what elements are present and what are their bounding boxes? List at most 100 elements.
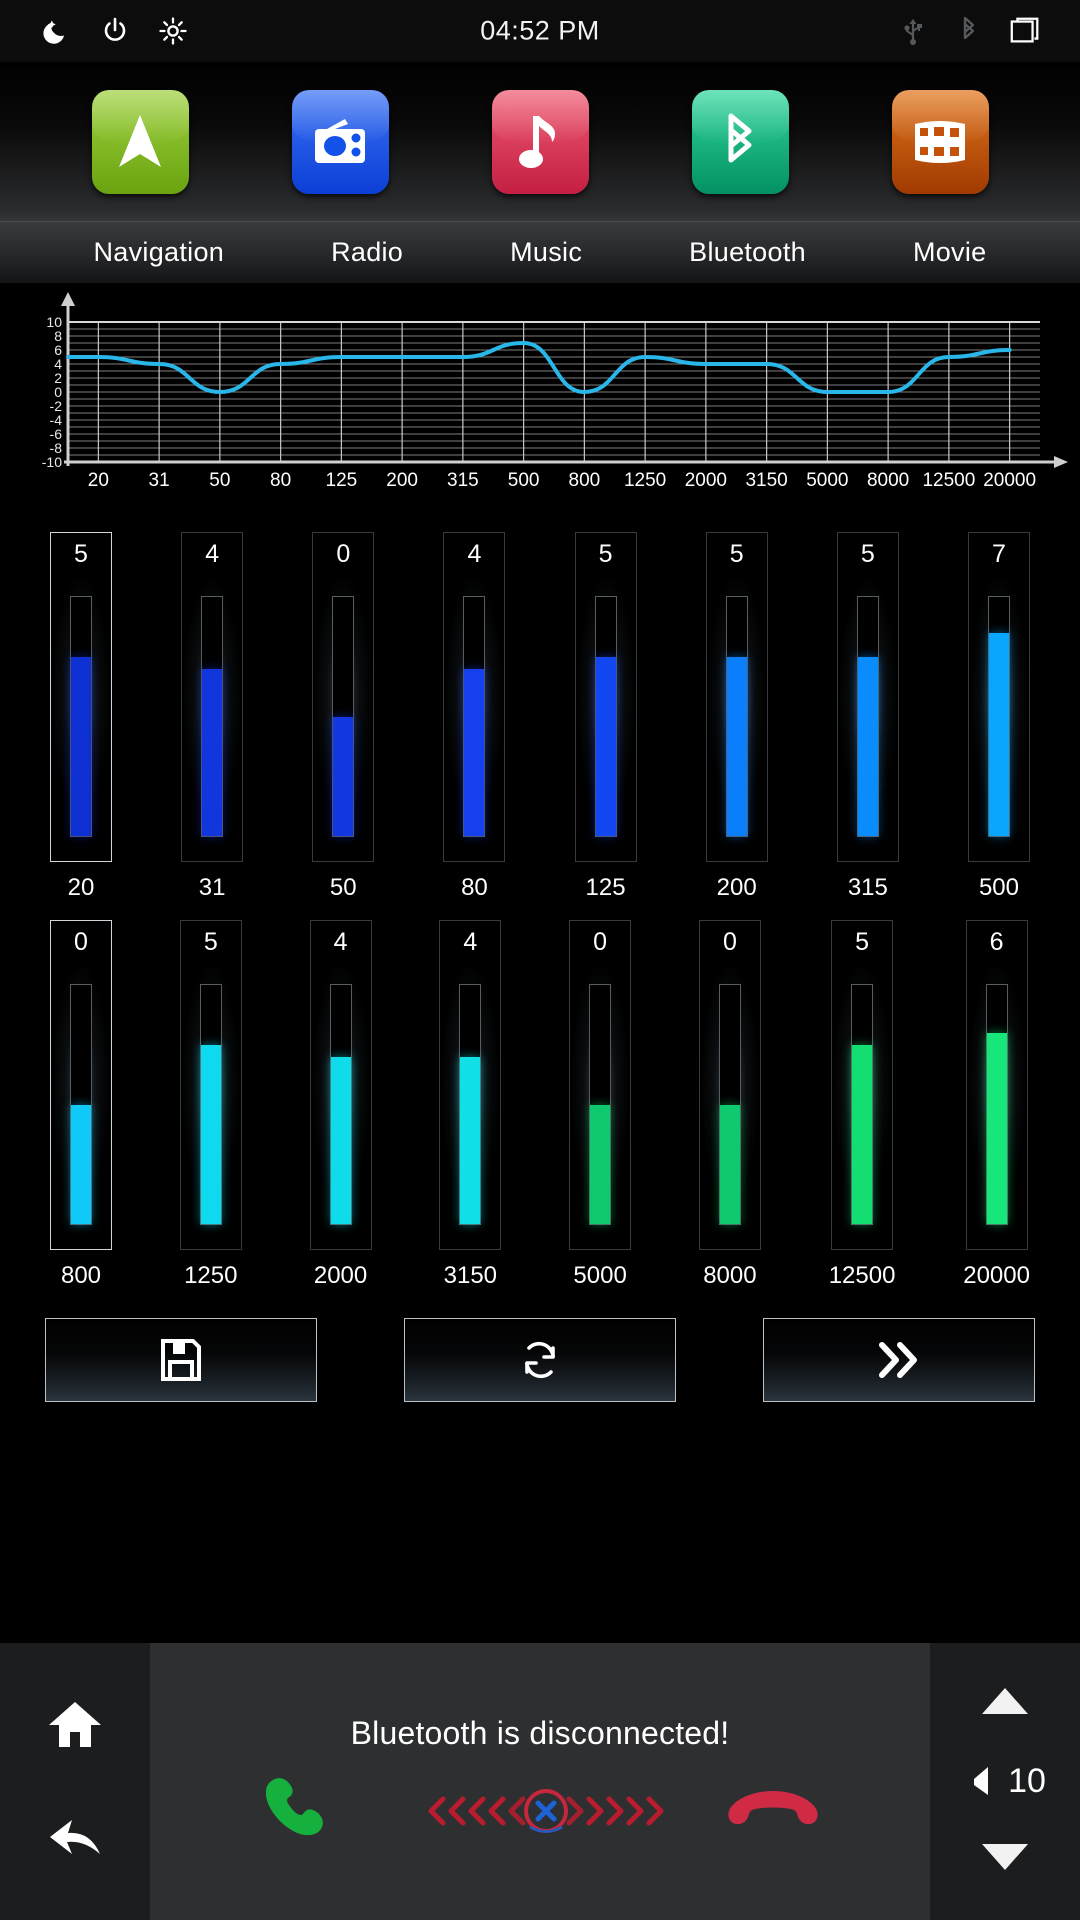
app-tile-music[interactable] <box>491 89 589 194</box>
eq-slider-31[interactable]: 4 31 <box>181 532 244 902</box>
app-label-music[interactable]: Music <box>510 237 582 268</box>
eq-slider-track-20000[interactable] <box>985 984 1008 1225</box>
app-label-movie[interactable]: Movie <box>913 237 987 268</box>
eq-slider-track-20[interactable] <box>70 596 92 837</box>
back-button[interactable] <box>46 1814 104 1865</box>
eq-slider-freq-1250: 1250 <box>184 1262 238 1289</box>
volume-value: 10 <box>1008 1761 1046 1800</box>
eq-slider-20[interactable]: 5 20 <box>50 532 112 902</box>
eq-slider-fill-20000 <box>986 1032 1007 1224</box>
eq-slider-track-200[interactable] <box>725 596 748 837</box>
eq-slider-track-5000[interactable] <box>589 984 612 1225</box>
eq-slider-track-2000[interactable] <box>329 984 352 1225</box>
eq-slider-track-12500[interactable] <box>851 984 874 1225</box>
eq-slider-value-500: 7 <box>992 540 1006 568</box>
navigation-arrow-icon <box>119 114 161 167</box>
brightness-icon[interactable] <box>156 14 190 48</box>
eq-slider-value-3150: 4 <box>463 928 478 956</box>
hangup-call-button[interactable] <box>725 1783 821 1844</box>
eq-slider-value-12500: 5 <box>855 928 870 956</box>
eq-slider-box-5000[interactable]: 0 <box>569 920 632 1250</box>
eq-slider-20000[interactable]: 6 20000 <box>963 920 1030 1290</box>
screen-icon[interactable] <box>1008 14 1042 48</box>
eq-slider-track-31[interactable] <box>201 596 224 837</box>
eq-slider-freq-2000: 2000 <box>313 1262 368 1289</box>
eq-slider-box-8000[interactable]: 0 <box>698 920 761 1250</box>
eq-slider-box-12500[interactable]: 5 <box>831 920 894 1250</box>
eq-slider-800[interactable]: 0 800 <box>50 920 112 1290</box>
eq-slider-box-1250[interactable]: 5 <box>179 920 242 1250</box>
eq-slider-50[interactable]: 0 50 <box>312 532 375 902</box>
answer-call-button[interactable] <box>259 1773 345 1854</box>
volume-up-button[interactable] <box>978 1684 1032 1723</box>
eq-slider-box-31[interactable]: 4 <box>181 532 244 862</box>
volume-down-button[interactable] <box>978 1840 1032 1879</box>
eq-slider-track-80[interactable] <box>463 596 486 837</box>
eq-slider-box-800[interactable]: 0 <box>50 920 112 1250</box>
film-strip-icon <box>915 120 965 163</box>
app-tile-movie[interactable] <box>891 89 989 194</box>
reset-button[interactable] <box>404 1318 676 1402</box>
app-tile-radio[interactable] <box>291 89 389 194</box>
back-arrow-icon <box>50 1819 100 1854</box>
eq-slider-track-315[interactable] <box>856 596 879 837</box>
eq-slider-track-1250[interactable] <box>199 984 222 1225</box>
eq-slider-box-2000[interactable]: 4 <box>309 920 372 1250</box>
eq-slider-80[interactable]: 4 80 <box>443 532 506 902</box>
music-note-icon <box>519 115 555 168</box>
eq-slider-8000[interactable]: 0 8000 <box>698 920 761 1290</box>
eq-slider-1250[interactable]: 5 1250 <box>179 920 242 1290</box>
eq-slider-box-125[interactable]: 5 <box>574 532 637 862</box>
eq-slider-track-500[interactable] <box>987 596 1010 837</box>
eq-slider-box-500[interactable]: 7 <box>967 532 1030 862</box>
eq-slider-12500[interactable]: 5 12500 <box>828 920 896 1290</box>
eq-slider-value-200: 5 <box>729 540 744 568</box>
app-label-navigation[interactable]: Navigation <box>94 237 225 268</box>
eq-slider-2000[interactable]: 4 2000 <box>309 920 372 1290</box>
eq-slider-track-800[interactable] <box>70 984 92 1225</box>
eq-slider-freq-12500: 12500 <box>828 1262 896 1289</box>
speaker-icon <box>974 1767 989 1796</box>
eq-slider-5000[interactable]: 0 5000 <box>569 920 632 1290</box>
eq-slider-box-20000[interactable]: 6 <box>965 920 1028 1250</box>
eq-slider-track-125[interactable] <box>594 596 617 837</box>
home-button[interactable] <box>47 1698 103 1755</box>
night-mode-icon[interactable] <box>40 14 74 48</box>
eq-slider-500[interactable]: 7 500 <box>967 532 1030 902</box>
app-tile-bluetooth[interactable] <box>691 89 789 194</box>
eq-slider-freq-31: 31 <box>198 874 226 901</box>
app-label-bluetooth[interactable]: Bluetooth <box>689 237 806 268</box>
eq-slider-track-8000[interactable] <box>718 984 741 1225</box>
eq-action-buttons <box>0 1318 1080 1402</box>
eq-slider-box-3150[interactable]: 4 <box>439 920 502 1250</box>
eq-slider-125[interactable]: 5 125 <box>574 532 637 902</box>
eq-slider-200[interactable]: 5 200 <box>705 532 768 902</box>
app-label-radio[interactable]: Radio <box>331 237 403 268</box>
eq-slider-freq-20: 20 <box>67 874 95 901</box>
eq-slider-freq-200: 200 <box>716 874 757 901</box>
next-button[interactable] <box>763 1318 1035 1402</box>
bluetooth-icon <box>728 113 752 162</box>
svg-text:5000: 5000 <box>806 470 848 491</box>
status-bar-clock: 04:52 PM <box>480 15 600 46</box>
save-button[interactable] <box>45 1318 317 1402</box>
double-chevron-right-icon <box>879 1342 917 1378</box>
eq-slider-box-200[interactable]: 5 <box>705 532 768 862</box>
app-tile-navigation[interactable] <box>91 89 189 194</box>
eq-slider-box-50[interactable]: 0 <box>312 532 375 862</box>
eq-slider-box-20[interactable]: 5 <box>50 532 112 862</box>
svg-text:50: 50 <box>209 470 230 491</box>
eq-slider-track-50[interactable] <box>332 596 355 837</box>
eq-slider-value-20: 5 <box>74 540 88 568</box>
eq-slider-box-315[interactable]: 5 <box>836 532 899 862</box>
call-controls <box>150 1773 930 1854</box>
power-icon[interactable] <box>98 14 132 48</box>
eq-slider-box-80[interactable]: 4 <box>443 532 506 862</box>
eq-slider-fill-5000 <box>590 1104 611 1224</box>
phone-hangup-icon <box>728 1791 818 1825</box>
svg-text:800: 800 <box>569 470 601 491</box>
eq-slider-freq-8000: 8000 <box>703 1262 757 1289</box>
eq-slider-track-3150[interactable] <box>459 984 482 1225</box>
eq-slider-3150[interactable]: 4 3150 <box>439 920 502 1290</box>
eq-slider-315[interactable]: 5 315 <box>836 532 899 902</box>
